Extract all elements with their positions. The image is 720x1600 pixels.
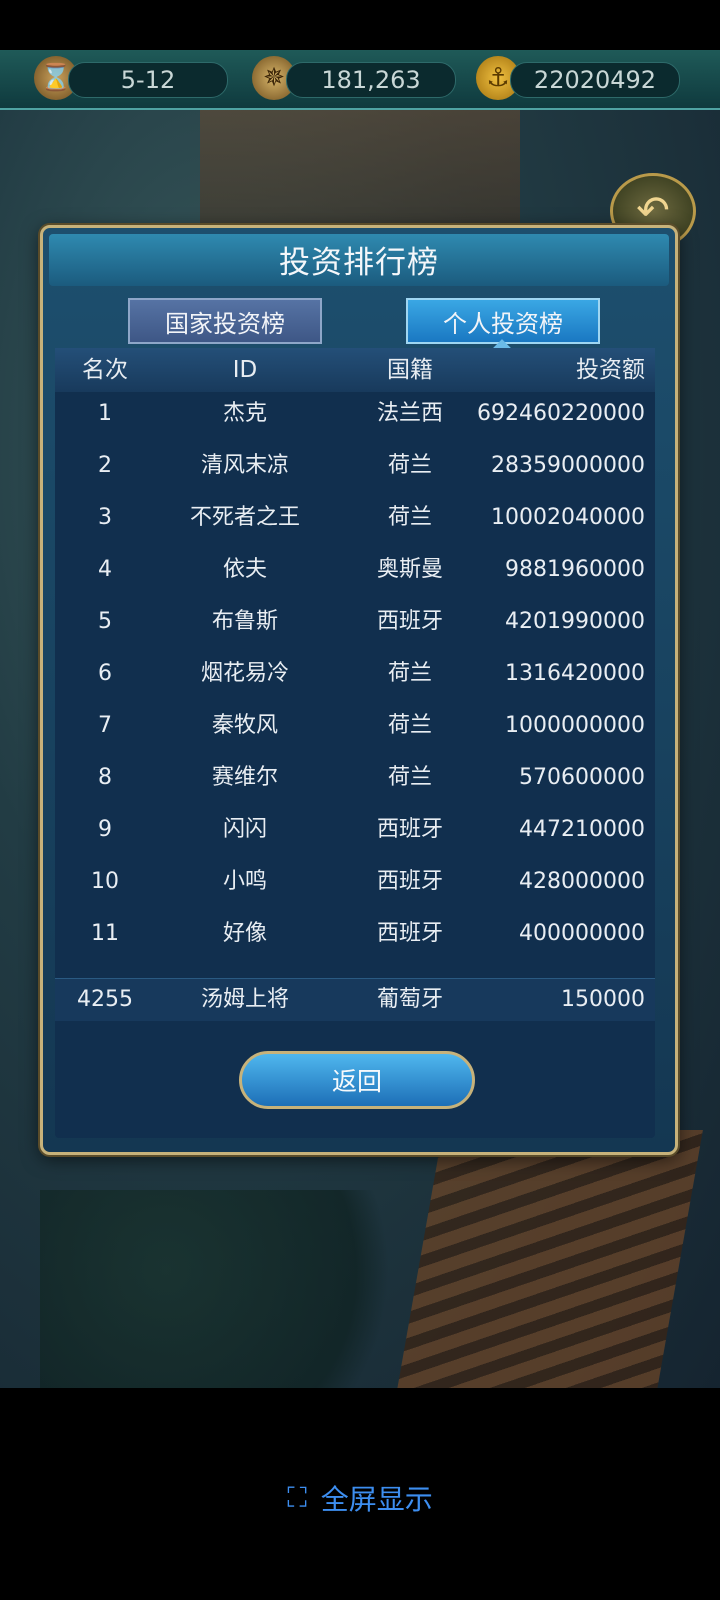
fullscreen-toggle[interactable]: ⛶ 全屏显示 (0, 1478, 720, 1518)
row-amount: 4201990000 (505, 609, 645, 634)
row-rank: 8 (98, 765, 112, 790)
row-player-id: 小鸣 (222, 869, 267, 894)
row-player-id: 依夫 (222, 557, 267, 582)
row-player-id: 清风末凉 (200, 453, 289, 478)
header-id: ID (232, 357, 258, 383)
row-player-id: 赛维尔 (211, 765, 278, 790)
tab-country-ranking[interactable]: 国家投资榜 (128, 298, 322, 344)
row-nationality: 荷兰 (387, 453, 432, 478)
table-row[interactable]: 2 清风末凉 荷兰 28359000000 (55, 440, 655, 492)
row-nationality: 西班牙 (376, 609, 443, 634)
resource-bar: ⌛ 5-12 ✵ 181,263 ⚓ 22020492 (0, 50, 720, 110)
table-row[interactable]: 11 好像 西班牙 400000000 (55, 908, 655, 960)
fullscreen-label: 全屏显示 (320, 1483, 433, 1516)
row-player-id: 烟花易冷 (200, 661, 289, 686)
table-row[interactable]: 5 布鲁斯 西班牙 4201990000 (55, 596, 655, 648)
row-rank: 7 (98, 713, 112, 738)
row-player-id: 好像 (222, 921, 267, 946)
table-row[interactable]: 1 杰克 法兰西 692460220000 (55, 388, 655, 440)
table-row[interactable]: 8 赛维尔 荷兰 570600000 (55, 752, 655, 804)
row-player-id: 闪闪 (222, 817, 267, 842)
ranking-table: 名次 ID 国籍 投资额 1 杰克 法兰西 692460220000 2 清风末… (55, 348, 655, 1138)
table-row[interactable]: 3 不死者之王 荷兰 10002040000 (55, 492, 655, 544)
row-amount: 692460220000 (477, 401, 645, 426)
row-amount: 10002040000 (491, 505, 645, 530)
row-rank: 11 (91, 921, 119, 946)
dialog-title: 投资排行榜 (279, 245, 439, 281)
row-rank: 9 (98, 817, 112, 842)
row-amount: 570600000 (519, 765, 645, 790)
table-header: 名次 ID 国籍 投资额 (55, 348, 655, 392)
my-rank: 4255 (77, 987, 133, 1012)
fullscreen-icon: ⛶ (287, 1481, 307, 1514)
date-display: 5-12 (68, 62, 228, 98)
row-amount: 447210000 (519, 817, 645, 842)
row-nationality: 荷兰 (387, 765, 432, 790)
table-row[interactable]: 9 闪闪 西班牙 447210000 (55, 804, 655, 856)
header-amount: 投资额 (576, 357, 645, 383)
row-nationality: 法兰西 (376, 401, 443, 426)
my-nationality: 葡萄牙 (376, 987, 443, 1012)
row-nationality: 荷兰 (387, 661, 432, 686)
my-ranking-row: 4255 汤姆上将 葡萄牙 150000 (55, 978, 655, 1021)
row-rank: 3 (98, 505, 112, 530)
return-button[interactable]: 返回 (239, 1051, 475, 1109)
table-row[interactable]: 7 秦牧风 荷兰 1000000000 (55, 700, 655, 752)
row-amount: 1000000000 (505, 713, 645, 738)
row-amount: 28359000000 (491, 453, 645, 478)
row-rank: 2 (98, 453, 112, 478)
row-amount: 1316420000 (505, 661, 645, 686)
row-nationality: 西班牙 (376, 869, 443, 894)
row-nationality: 荷兰 (387, 713, 432, 738)
table-row[interactable]: 4 依夫 奥斯曼 9881960000 (55, 544, 655, 596)
row-nationality: 西班牙 (376, 817, 443, 842)
row-nationality: 荷兰 (387, 505, 432, 530)
background-map-trees (40, 1190, 460, 1388)
row-player-id: 秦牧风 (211, 713, 278, 738)
row-nationality: 西班牙 (376, 921, 443, 946)
row-rank: 4 (98, 557, 112, 582)
row-rank: 1 (98, 401, 112, 426)
row-rank: 10 (91, 869, 119, 894)
my-player-id: 汤姆上将 (200, 987, 289, 1012)
tab-personal-ranking[interactable]: 个人投资榜 (406, 298, 600, 344)
row-player-id: 布鲁斯 (211, 609, 278, 634)
row-amount: 400000000 (519, 921, 645, 946)
header-rank: 名次 (82, 357, 128, 383)
row-rank: 5 (98, 609, 112, 634)
my-amount: 150000 (561, 987, 645, 1012)
investment-ranking-dialog: 投资排行榜 国家投资榜 个人投资榜 名次 ID 国籍 投资额 1 杰克 法兰西 … (40, 225, 678, 1155)
header-nationality: 国籍 (387, 357, 433, 383)
table-row[interactable]: 6 烟花易冷 荷兰 1316420000 (55, 648, 655, 700)
table-row[interactable]: 10 小鸣 西班牙 428000000 (55, 856, 655, 908)
gold-display: 22020492 (510, 62, 680, 98)
points-display: 181,263 (286, 62, 456, 98)
row-amount: 428000000 (519, 869, 645, 894)
row-rank: 6 (98, 661, 112, 686)
row-player-id: 杰克 (222, 401, 267, 426)
row-player-id: 不死者之王 (189, 505, 300, 530)
dialog-header: 投资排行榜 (49, 234, 669, 286)
row-amount: 9881960000 (505, 557, 645, 582)
row-nationality: 奥斯曼 (376, 557, 443, 582)
